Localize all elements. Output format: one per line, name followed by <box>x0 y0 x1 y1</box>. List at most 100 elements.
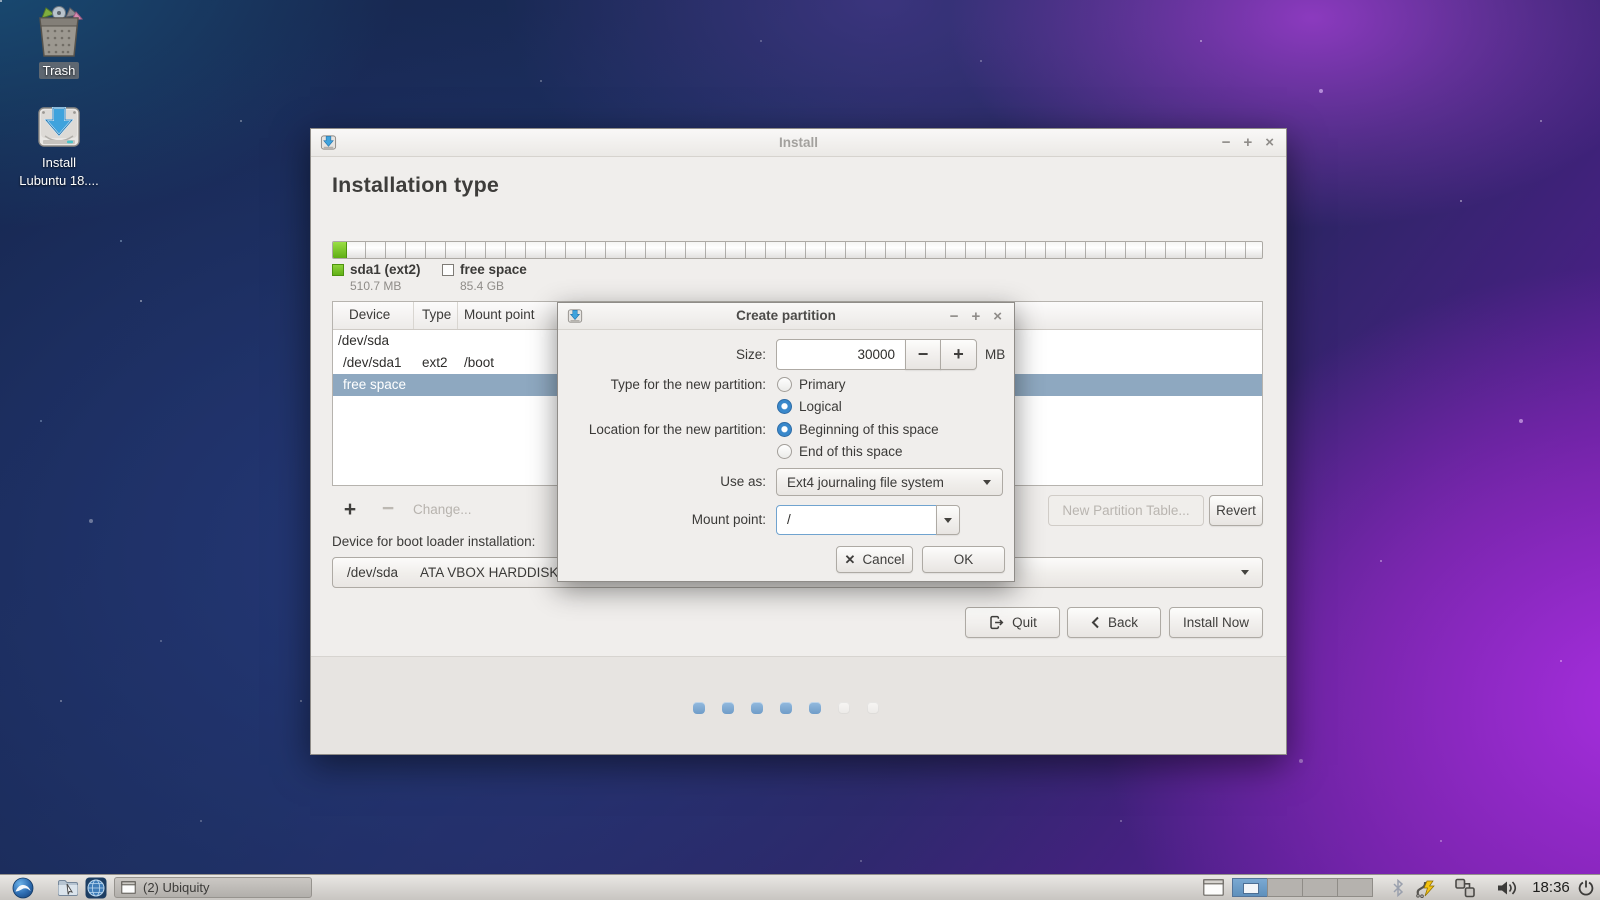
install-window-title: Install <box>778 135 818 150</box>
radio-beginning[interactable] <box>777 422 792 437</box>
file-manager-button[interactable] <box>54 875 82 900</box>
plus-icon: + <box>953 344 964 364</box>
progress-dot <box>722 702 734 714</box>
ok-button[interactable]: OK <box>922 546 1005 573</box>
power-button[interactable] <box>1574 875 1598 900</box>
cell-device: /dev/sda1 <box>343 355 402 370</box>
power-manager-indicator[interactable] <box>1412 875 1440 900</box>
legend-size-free-space: 85.4 GB <box>460 279 505 293</box>
dialog-titlebar[interactable]: Create partition − + × <box>558 303 1014 330</box>
add-partition-button[interactable]: + <box>339 495 361 525</box>
dialog-close-button[interactable]: × <box>993 309 1002 324</box>
remove-partition-button[interactable]: − <box>377 494 399 524</box>
size-increment-button[interactable]: + <box>940 339 977 370</box>
cancel-label: Cancel <box>862 552 905 567</box>
show-desktop-button[interactable] <box>1200 875 1226 900</box>
revert-button[interactable]: Revert <box>1209 495 1263 526</box>
create-partition-dialog: Create partition − + × Size: 30000 − + M… <box>557 302 1015 582</box>
radio-logical-label[interactable]: Logical <box>799 399 842 415</box>
clock[interactable]: 18:36 <box>1528 875 1574 900</box>
cancel-button[interactable]: ✕ Cancel <box>836 546 913 573</box>
workspace-pager[interactable] <box>1232 878 1373 897</box>
dialog-minimize-button[interactable]: − <box>950 309 959 324</box>
dialog-title: Create partition <box>736 308 836 323</box>
change-partition-button[interactable]: Change... <box>413 495 472 525</box>
back-button[interactable]: Back <box>1067 607 1161 638</box>
radio-logical[interactable] <box>777 399 792 414</box>
dialog-window-controls: − + × <box>950 303 1002 329</box>
dialog-maximize-button[interactable]: + <box>971 309 980 324</box>
start-menu-button[interactable] <box>4 875 42 900</box>
volume-indicator[interactable] <box>1492 875 1522 900</box>
chevron-down-icon <box>983 479 991 485</box>
legend-name-sda1: sda1 (ext2) <box>350 262 421 277</box>
network-indicator[interactable] <box>1450 875 1480 900</box>
size-unit-label: MB <box>985 347 1006 362</box>
power-icon <box>1578 880 1594 895</box>
page-title: Installation type <box>332 173 500 197</box>
cell-device: /dev/sda <box>338 333 390 348</box>
maximize-button[interactable]: + <box>1243 135 1252 150</box>
clock-label: 18:36 <box>1532 879 1570 896</box>
taskbar-window-button-label: (2) Ubiquity <box>143 880 210 895</box>
radio-end[interactable] <box>777 444 792 459</box>
taskbar-window-button-ubiquity[interactable]: (2) Ubiquity <box>114 877 312 898</box>
cell-device: free space <box>343 377 407 392</box>
column-header-mount-point[interactable]: Mount point <box>458 302 559 329</box>
mount-point-dropdown-button[interactable] <box>936 505 960 535</box>
minimize-button[interactable]: − <box>1222 135 1231 150</box>
use-as-select[interactable]: Ext4 journaling file system <box>776 468 1003 496</box>
bluetooth-icon <box>1393 878 1404 897</box>
install-window-titlebar[interactable]: Install − + × <box>311 129 1286 157</box>
legend-name-free-space: free space <box>460 262 527 277</box>
back-label: Back <box>1107 615 1138 630</box>
quit-icon <box>990 615 1004 630</box>
workspace-cell[interactable] <box>1337 878 1373 897</box>
background-stars <box>0 0 2 2</box>
desktop: Trash Install Lubuntu 18.... Install − +… <box>0 0 1600 900</box>
progress-dot <box>780 702 792 714</box>
desktop-icon-install[interactable]: Install Lubuntu 18.... <box>10 102 108 189</box>
quit-button[interactable]: Quit <box>965 607 1060 638</box>
bluetooth-indicator[interactable] <box>1390 875 1406 900</box>
column-header-device[interactable]: Device <box>333 302 414 329</box>
workspace-cell[interactable] <box>1302 878 1338 897</box>
radio-primary[interactable] <box>777 377 792 392</box>
file-manager-icon <box>58 880 78 896</box>
install-window-controls: − + × <box>1222 129 1274 156</box>
ok-label: OK <box>953 552 974 567</box>
install-now-button[interactable]: Install Now <box>1169 607 1263 638</box>
close-button[interactable]: × <box>1265 135 1274 150</box>
radio-end-label[interactable]: End of this space <box>799 444 903 460</box>
show-desktop-icon <box>1202 879 1224 896</box>
mount-point-label: Mount point: <box>691 512 766 527</box>
radio-beginning-label[interactable]: Beginning of this space <box>799 422 939 438</box>
new-partition-table-button[interactable]: New Partition Table... <box>1048 495 1204 526</box>
radio-primary-label[interactable]: Primary <box>799 377 846 393</box>
workspace-cell[interactable] <box>1267 878 1303 897</box>
chevron-down-icon <box>944 517 952 523</box>
window-icon <box>121 881 136 894</box>
column-header-type[interactable]: Type <box>414 302 458 329</box>
back-icon <box>1091 616 1099 629</box>
partition-bar <box>332 241 1263 259</box>
partition-bar-free-segment <box>346 242 1262 258</box>
progress-dot <box>693 702 705 714</box>
globe-icon <box>85 877 107 898</box>
legend-swatch-free-space <box>442 264 454 276</box>
quit-label: Quit <box>1012 615 1037 630</box>
size-decrement-button[interactable]: − <box>905 339 941 370</box>
web-browser-button[interactable] <box>82 875 110 900</box>
cancel-x-icon: ✕ <box>844 551 856 567</box>
battery-charging-icon <box>1416 880 1435 898</box>
workspace-cell[interactable] <box>1232 878 1268 897</box>
progress-dot <box>751 702 763 714</box>
desktop-icon-trash[interactable]: Trash <box>20 6 98 79</box>
mount-point-input[interactable]: / <box>776 505 937 535</box>
use-as-value: Ext4 journaling file system <box>787 474 944 490</box>
legend-swatch-sda1 <box>332 264 344 276</box>
footer-strip <box>311 656 1286 754</box>
lubuntu-logo-icon <box>12 877 34 898</box>
legend-size-sda1: 510.7 MB <box>350 279 402 293</box>
size-input[interactable]: 30000 <box>776 339 906 370</box>
